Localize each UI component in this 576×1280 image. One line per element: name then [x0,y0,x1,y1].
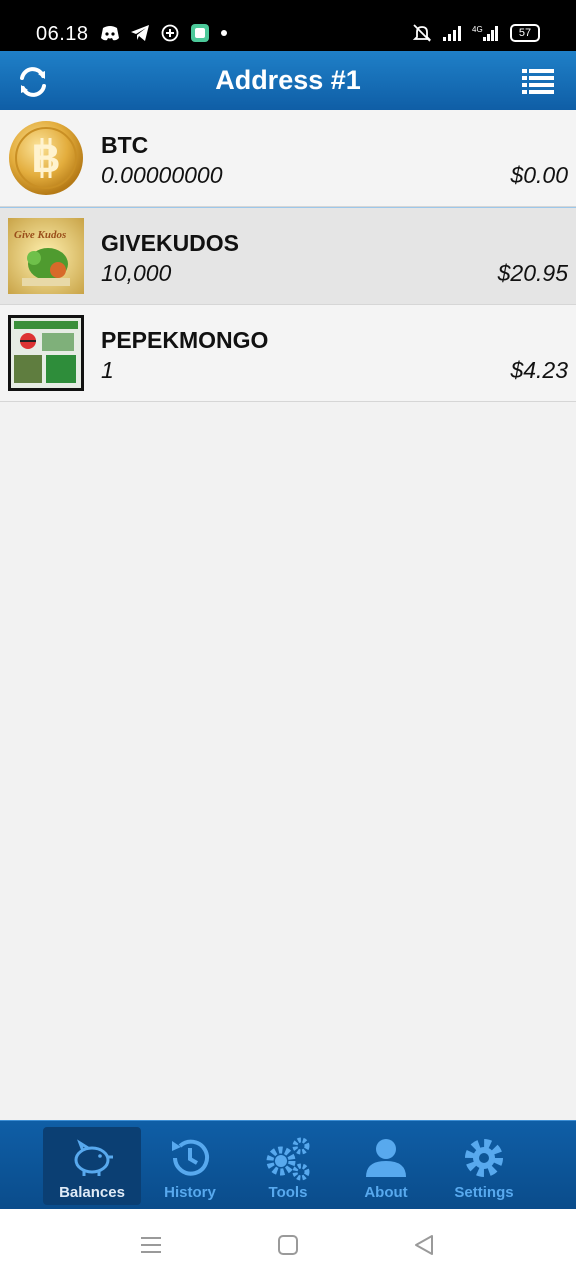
signal-icon [443,26,461,41]
menu-icon[interactable] [139,1233,163,1257]
tab-about[interactable]: About [337,1127,435,1205]
signal-4g-icon: 4G [472,25,498,41]
piggy-bank-icon [74,1139,113,1176]
tab-settings[interactable]: Settings [435,1127,533,1205]
telegram-icon [131,25,149,41]
asset-name: PEPEKMONGO [101,327,269,353]
home-icon[interactable] [276,1233,300,1257]
asset-row-pepekmongo[interactable]: PEPEKMONGO 1 $4.23 [0,305,576,402]
asset-usd-value: $4.23 [510,357,568,383]
dot-icon [221,30,227,36]
givekudos-card-image: Give Kudos [8,218,84,294]
asset-name: GIVEKUDOS [101,230,240,256]
asset-list: B BTC 0.00000000 $0.00 Give Kudos GIVEKU… [0,110,576,402]
back-icon[interactable] [412,1233,436,1257]
asset-quantity: 1 [101,357,114,383]
status-bar: 06.18 4G 57 [0,0,576,51]
svg-text:Give Kudos: Give Kudos [14,229,66,241]
svg-text:B: B [32,137,61,181]
gear-icon [465,1139,503,1177]
tab-label: Settings [454,1184,514,1201]
notification-icons [100,24,228,42]
plus-circle-icon [161,24,179,42]
asset-usd-value: $20.95 [497,260,568,286]
tab-label: About [364,1184,408,1201]
asset-quantity: 0.00000000 [101,162,223,188]
tab-balances[interactable]: Balances [43,1127,141,1205]
pepekmongo-card-image [8,315,84,391]
user-icon [366,1139,406,1177]
system-navigation-bar [0,1209,576,1280]
bitcoin-coin-icon: B [9,121,83,195]
tab-tools[interactable]: Tools [239,1127,337,1205]
status-time: 06.18 [36,23,89,45]
asset-usd-value: $0.00 [510,162,568,188]
mute-bell-icon [412,24,432,42]
list-menu-icon[interactable] [522,67,554,95]
asset-row-givekudos[interactable]: Give Kudos GIVEKUDOS 10,000 $20.95 [0,207,576,305]
tab-label: Tools [268,1184,308,1201]
tab-label: Balances [59,1184,125,1201]
page-title: Address #1 [215,65,361,95]
gears-icon [266,1137,310,1181]
asset-quantity: 10,000 [101,260,172,286]
tab-history[interactable]: History [141,1127,239,1205]
asset-name: BTC [101,132,149,158]
system-status-icons: 4G 57 [412,24,540,42]
app-header: Address #1 [0,51,576,110]
app-icon [191,24,209,42]
discord-icon [101,26,119,41]
history-icon [172,1139,209,1176]
bottom-navigation: Balances History Tools About Settings [0,1120,576,1210]
tab-label: History [164,1184,216,1201]
asset-row-btc[interactable]: B BTC 0.00000000 $0.00 [0,110,576,207]
battery-icon: 57 [510,24,540,42]
network-type-label: 4G [472,25,483,34]
